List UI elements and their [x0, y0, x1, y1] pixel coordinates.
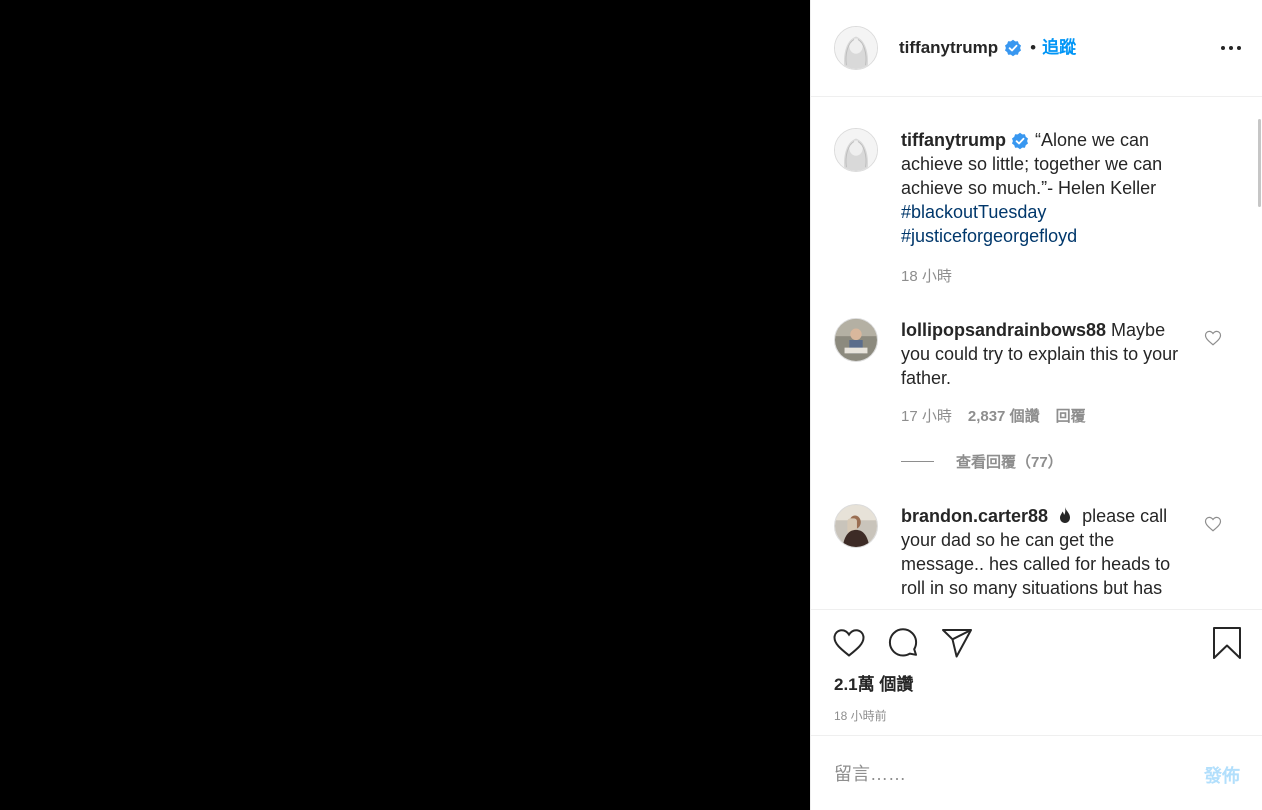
- author-avatar[interactable]: [834, 26, 878, 70]
- post-time[interactable]: 18 小時前: [834, 707, 887, 724]
- caption-body: tiffanytrump “Alone we can achieve so lit…: [901, 128, 1191, 248]
- replies-line: [901, 461, 934, 462]
- share-icon[interactable]: [940, 626, 974, 660]
- comment-input[interactable]: [834, 760, 1174, 788]
- caption-username[interactable]: tiffanytrump: [901, 130, 1006, 150]
- heart-icon[interactable]: [1204, 329, 1222, 347]
- header-user: tiffanytrump • 追蹤: [899, 36, 1076, 60]
- comment-body: lollipopsandrainbows88 Maybe you could t…: [901, 318, 1191, 390]
- bookmark-icon[interactable]: [1210, 626, 1244, 660]
- post-side-panel: tiffanytrump • 追蹤 tiffanytrump “Alone we…: [810, 0, 1262, 810]
- commenter-avatar[interactable]: [834, 318, 878, 362]
- view-replies-button[interactable]: 查看回覆（77）: [901, 451, 1063, 472]
- author-username[interactable]: tiffanytrump: [899, 36, 998, 60]
- follow-button[interactable]: 追蹤: [1042, 36, 1076, 60]
- comment-icon[interactable]: [886, 626, 920, 660]
- commenter-username[interactable]: lollipopsandrainbows88: [901, 320, 1106, 340]
- heart-icon[interactable]: [1204, 515, 1222, 533]
- post-header: tiffanytrump • 追蹤: [811, 0, 1262, 97]
- post-comment-button[interactable]: 發佈: [1204, 762, 1240, 788]
- post-media: [0, 0, 810, 810]
- verified-badge-icon: [1004, 39, 1022, 57]
- comment-body: brandon.carter88 please call your dad so…: [901, 504, 1191, 600]
- commenter-avatar[interactable]: [834, 504, 878, 548]
- comments-scroll-area[interactable]: tiffanytrump “Alone we can achieve so lit…: [811, 97, 1262, 609]
- hashtag-link[interactable]: #justiceforgeorgefloyd: [901, 224, 1191, 248]
- heart-icon[interactable]: [832, 626, 866, 660]
- comment-box: 發佈: [811, 735, 1262, 810]
- comment-time[interactable]: 17 小時: [901, 405, 952, 426]
- more-options-icon[interactable]: [1219, 38, 1243, 58]
- post-actions: 2.1萬 個讚 18 小時前: [811, 609, 1262, 735]
- comment-likes[interactable]: 2,837 個讚: [968, 405, 1040, 426]
- hashtag-link[interactable]: #blackoutTuesday: [901, 200, 1191, 224]
- caption-meta: 18 小時: [901, 265, 952, 286]
- separator-dot: •: [1030, 38, 1037, 57]
- comment-meta: 17 小時 2,837 個讚 回覆: [901, 405, 1086, 426]
- like-count[interactable]: 2.1萬 個讚: [834, 670, 913, 695]
- caption-time[interactable]: 18 小時: [901, 265, 952, 286]
- reply-button[interactable]: 回覆: [1056, 405, 1086, 426]
- flame-emoji-icon: [1057, 506, 1073, 524]
- commenter-username[interactable]: brandon.carter88: [901, 506, 1048, 526]
- caption-avatar[interactable]: [834, 128, 878, 172]
- view-replies-label: 查看回覆（77）: [956, 454, 1063, 471]
- verified-badge-icon: [1011, 132, 1029, 150]
- scrollbar-thumb[interactable]: [1258, 119, 1261, 207]
